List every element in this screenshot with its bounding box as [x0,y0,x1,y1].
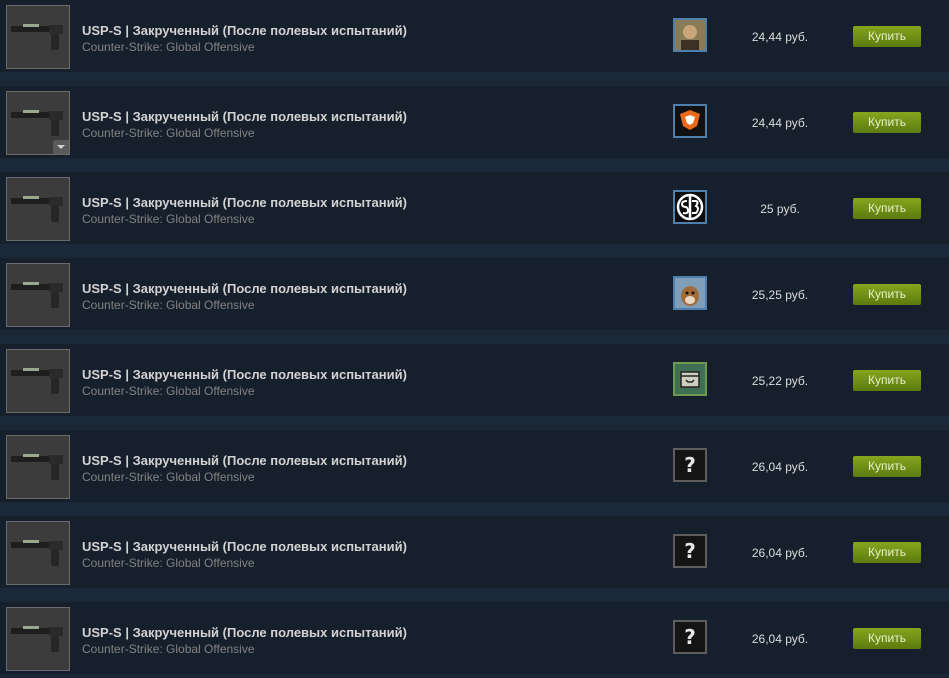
question-mark-icon: ? [675,622,705,652]
item-name[interactable]: USP-S | Закрученный (После полевых испыт… [82,281,407,296]
seller-avatar[interactable] [673,190,707,224]
item-name[interactable]: USP-S | Закрученный (После полевых испыт… [82,23,407,38]
item-game: Counter-Strike: Global Offensive [82,470,255,484]
seller-avatar[interactable] [673,362,707,396]
item-image[interactable] [6,435,70,499]
item-name[interactable]: USP-S | Закрученный (После полевых испыт… [82,195,407,210]
item-game: Counter-Strike: Global Offensive [82,642,255,656]
item-image[interactable] [6,5,70,69]
item-game: Counter-Strike: Global Offensive [82,384,255,398]
price: 24,44 руб. [751,30,809,44]
item-name[interactable]: USP-S | Закрученный (После полевых испыт… [82,109,407,124]
item-game: Counter-Strike: Global Offensive [82,40,255,54]
item-name[interactable]: USP-S | Закрученный (После полевых испыт… [82,453,407,468]
market-listing-row: USP-S | Закрученный (После полевых испыт… [0,172,949,244]
market-listing-row: USP-S | Закрученный (После полевых испыт… [0,0,949,72]
pistol-icon [11,540,63,566]
sb-logo-icon [675,192,705,222]
item-name[interactable]: USP-S | Закрученный (После полевых испыт… [82,367,407,382]
item-name[interactable]: USP-S | Закрученный (После полевых испыт… [82,539,407,554]
price: 25,22 руб. [751,374,809,388]
pistol-icon [11,368,63,394]
market-listing-row: USP-S | Закрученный (После полевых испыт… [0,344,949,416]
price: 25,25 руб. [751,288,809,302]
buy-button[interactable]: Купить [853,26,921,47]
pistol-icon [11,196,63,222]
seller-avatar[interactable]: ? [673,620,707,654]
buy-button[interactable]: Купить [853,456,921,477]
buy-button[interactable]: Купить [853,112,921,133]
item-game: Counter-Strike: Global Offensive [82,298,255,312]
pistol-icon [11,110,63,136]
item-game: Counter-Strike: Global Offensive [82,556,255,570]
item-image[interactable] [6,349,70,413]
seller-avatar[interactable] [673,276,707,310]
question-mark-icon: ? [675,450,705,480]
chevron-down-icon[interactable] [53,140,69,154]
pistol-icon [11,282,63,308]
buy-button[interactable]: Купить [853,284,921,305]
item-image[interactable] [6,521,70,585]
item-name[interactable]: USP-S | Закрученный (После полевых испыт… [82,625,407,640]
seller-avatar[interactable]: ? [673,534,707,568]
price: 26,04 руб. [751,460,809,474]
seller-avatar[interactable] [673,104,707,138]
price: 24,44 руб. [751,116,809,130]
virtus-pro-logo-icon [675,106,705,136]
item-game: Counter-Strike: Global Offensive [82,212,255,226]
price: 26,04 руб. [751,546,809,560]
item-image[interactable] [6,263,70,327]
pistol-icon [11,454,63,480]
item-image[interactable] [6,91,70,155]
market-listing-row: USP-S | Закрученный (После полевых испыт… [0,602,949,674]
price: 26,04 руб. [751,632,809,646]
item-game: Counter-Strike: Global Offensive [82,126,255,140]
buy-button[interactable]: Купить [853,628,921,649]
item-image[interactable] [6,177,70,241]
box-face-icon [675,364,705,394]
seller-avatar[interactable] [673,18,707,52]
question-mark-icon: ? [675,536,705,566]
portrait-icon [675,20,705,50]
market-listing-row: USP-S | Закрученный (После полевых испыт… [0,86,949,158]
seller-avatar[interactable]: ? [673,448,707,482]
market-listing-row: USP-S | Закрученный (После полевых испыт… [0,258,949,330]
buy-button[interactable]: Купить [853,198,921,219]
pistol-icon [11,626,63,652]
buy-button[interactable]: Купить [853,370,921,391]
market-listing-row: USP-S | Закрученный (После полевых испыт… [0,430,949,502]
price: 25 руб. [760,202,800,216]
market-listing-row: USP-S | Закрученный (После полевых испыт… [0,516,949,588]
dog-photo-icon [675,278,705,308]
buy-button[interactable]: Купить [853,542,921,563]
pistol-icon [11,24,63,50]
item-image[interactable] [6,607,70,671]
